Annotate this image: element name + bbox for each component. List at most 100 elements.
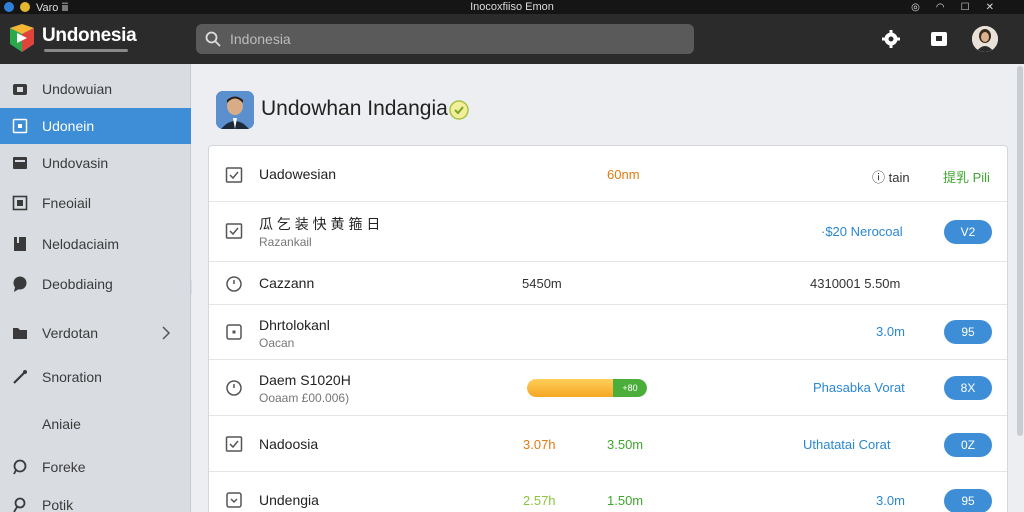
table-row[interactable]: Undengia 2.57h 1.50m 3.0m 95 bbox=[209, 472, 1007, 512]
sidebar-item-7[interactable]: Snoration bbox=[0, 359, 191, 395]
row-subtitle: Ooaam £00.006) bbox=[259, 391, 350, 405]
row-title: Uadowesian bbox=[259, 166, 337, 182]
table-row[interactable]: Dhrtolokanl Oacan 3.0m 95 bbox=[209, 305, 1007, 360]
sidebar-item-label: Fneoiail bbox=[42, 195, 92, 211]
row-location: Uthatatai Corat bbox=[803, 437, 891, 452]
sidebar: Undowuian Udonein Undovasin Fneoiail Nel… bbox=[0, 64, 191, 512]
row-value-b: 1.50m bbox=[607, 493, 644, 508]
progress-label: +80 bbox=[613, 379, 647, 397]
wifi-icon: ◠ bbox=[935, 1, 945, 13]
scrollbar[interactable] bbox=[1017, 66, 1023, 436]
sidebar-item-6[interactable]: Verdotan bbox=[0, 315, 191, 351]
table-row[interactable]: Daem S1020H Ooaam £00.006) +80 Phasabka … bbox=[209, 360, 1007, 416]
chevron-right-icon[interactable] bbox=[160, 325, 172, 341]
frame-icon bbox=[12, 195, 28, 211]
sidebar-item-label: Undovasin bbox=[42, 155, 109, 171]
search-bar[interactable] bbox=[196, 24, 694, 54]
table-row[interactable]: Uadowesian 60nm ⓘ tain 提乳 Pili bbox=[209, 146, 1007, 202]
profile-photo-icon bbox=[216, 91, 254, 129]
row-action-button[interactable]: 0Z bbox=[944, 433, 992, 457]
notification-icon[interactable] bbox=[929, 29, 949, 49]
user-avatar[interactable] bbox=[972, 26, 998, 52]
row-subtitle: Oacan bbox=[259, 336, 295, 350]
search-icon bbox=[205, 31, 221, 47]
clock-icon[interactable] bbox=[225, 275, 243, 293]
bookmark-icon bbox=[14, 237, 26, 251]
row-value-a: 3.07h bbox=[523, 437, 556, 452]
row-value-b: 3.50m bbox=[607, 437, 644, 452]
row-location: Phasabka Vorat bbox=[813, 380, 905, 395]
pen-icon bbox=[13, 370, 27, 384]
sidebar-item-5[interactable]: Deobdiaing bbox=[0, 266, 191, 302]
row-value-a: 5450m bbox=[522, 276, 562, 291]
row-location: ·$20 Nerocoal bbox=[821, 224, 903, 239]
square-icon bbox=[12, 118, 28, 134]
progress-fill bbox=[527, 379, 614, 397]
row-status: 提乳 Pili bbox=[943, 170, 990, 185]
table-row[interactable]: 瓜 乞 装 快 黄 箍 日 Razankail ·$20 Nerocoal V2 bbox=[209, 202, 1007, 262]
row-action-button[interactable]: 8X bbox=[944, 376, 992, 400]
app-logo-icon[interactable] bbox=[8, 24, 36, 52]
sidebar-item-10[interactable]: Potik bbox=[0, 487, 191, 512]
verified-badge-icon bbox=[449, 100, 469, 120]
profile-avatar bbox=[216, 91, 254, 129]
sidebar-item-8[interactable]: Aniaie bbox=[0, 406, 191, 442]
row-action-button[interactable]: V2 bbox=[944, 220, 992, 244]
items-table: Uadowesian 60nm ⓘ tain 提乳 Pili 瓜 乞 装 快 黄… bbox=[208, 145, 1008, 512]
table-row[interactable]: Cazzann 5450m 4310001 5.50m bbox=[209, 262, 1007, 305]
video-icon bbox=[13, 84, 27, 95]
sidebar-item-label: Snoration bbox=[42, 369, 102, 385]
sidebar-item-label: Deobdiaing bbox=[42, 276, 113, 292]
progress-bar: +80 bbox=[527, 379, 647, 397]
sidebar-item-label: Aniaie bbox=[42, 416, 81, 432]
sidebar-item-label: Potik bbox=[42, 497, 74, 512]
row-title: Cazzann bbox=[259, 275, 315, 291]
chat-icon bbox=[13, 276, 27, 292]
search-input[interactable] bbox=[230, 28, 670, 50]
app-header: Undonesia bbox=[0, 14, 1024, 64]
checkbox-icon[interactable] bbox=[225, 435, 243, 453]
sidebar-item-3[interactable]: Fneoiail bbox=[0, 185, 191, 221]
close-icon[interactable]: ✕ bbox=[986, 2, 994, 13]
sidebar-item-4[interactable]: Nelodaciaim bbox=[0, 226, 191, 262]
sidebar-item-9[interactable]: Foreke bbox=[0, 449, 191, 485]
row-action-button[interactable]: 95 bbox=[944, 320, 992, 344]
sidebar-item-label: Foreke bbox=[42, 459, 86, 475]
sidebar-item-label: Nelodaciaim bbox=[42, 236, 120, 252]
row-subtitle: Razankail bbox=[259, 235, 312, 249]
row-info: ⓘ tain bbox=[872, 170, 910, 185]
gear-icon[interactable] bbox=[881, 29, 901, 49]
status-icon: ◎ bbox=[911, 1, 920, 13]
timer-icon[interactable] bbox=[225, 379, 243, 397]
folder-icon bbox=[13, 328, 27, 339]
row-value-c: 3.0m bbox=[876, 493, 905, 508]
checkbox-icon[interactable] bbox=[225, 222, 243, 240]
sidebar-item-0[interactable]: Undowuian bbox=[0, 71, 191, 107]
row-value-a: 2.57h bbox=[523, 493, 556, 508]
sidebar-item-label: Verdotan bbox=[42, 325, 99, 341]
brand-name: Undonesia bbox=[42, 25, 137, 46]
sidebar-item-label: Undowuian bbox=[42, 81, 113, 97]
os-menubar: Varo ⅲ Inocoxfiiso Emon ◎ ◠ ☐ ✕ bbox=[0, 0, 1024, 14]
square-dot-icon[interactable] bbox=[225, 323, 243, 341]
window-icon: ☐ bbox=[960, 1, 970, 13]
os-window-title: Inocoxfiiso Emon bbox=[470, 1, 554, 13]
row-title: 瓜 乞 装 快 黄 箍 日 bbox=[259, 216, 381, 232]
box-icon bbox=[13, 157, 27, 169]
table-row[interactable]: Nadoosia 3.07h 3.50m Uthatatai Corat 0Z bbox=[209, 416, 1007, 472]
row-action-button[interactable]: 95 bbox=[944, 489, 992, 512]
row-title: Nadoosia bbox=[259, 436, 319, 452]
row-title: Undengia bbox=[259, 492, 319, 508]
sidebar-item-1[interactable]: Udonein bbox=[0, 108, 191, 144]
brand-tagline bbox=[44, 49, 128, 52]
location-icon bbox=[13, 459, 27, 475]
row-value-c: 3.0m bbox=[876, 324, 905, 339]
sidebar-item-label: Udonein bbox=[42, 118, 95, 134]
checkbox-icon[interactable] bbox=[225, 166, 243, 184]
expand-icon[interactable] bbox=[225, 491, 243, 509]
row-value-c: 4310001 5.50m bbox=[810, 276, 901, 291]
row-title: Dhrtolokanl bbox=[259, 317, 330, 333]
pin-icon bbox=[13, 497, 26, 512]
sidebar-item-2[interactable]: Undovasin bbox=[0, 145, 191, 181]
page-title: Undowhan Indangia bbox=[261, 97, 448, 120]
